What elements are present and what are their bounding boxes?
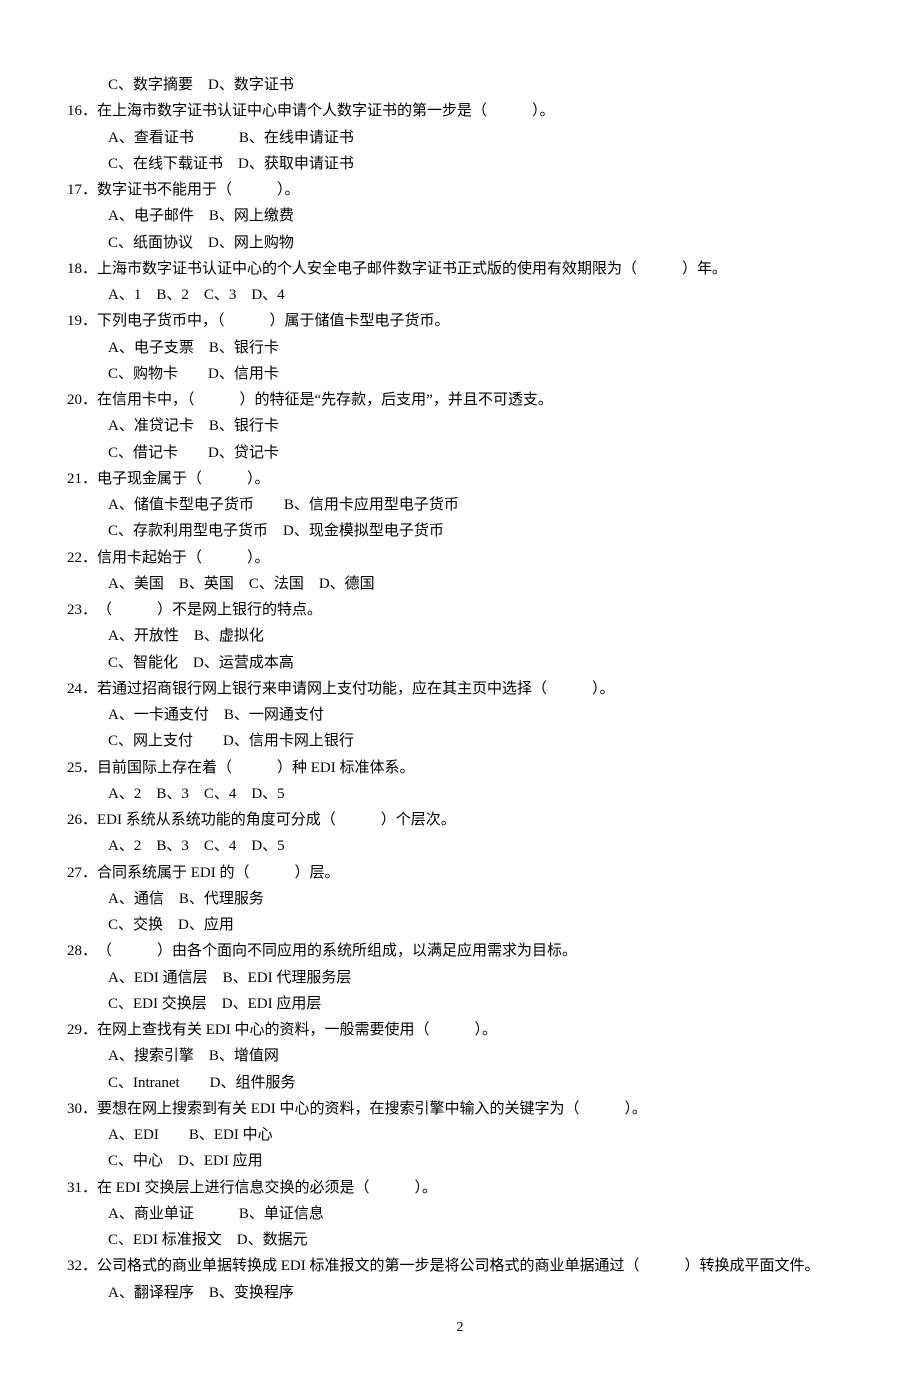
question-text: EDI 系统从系统功能的角度可分成（ ）个层次。 — [97, 812, 456, 828]
question-21: 21．电子现金属于（ ）。 A、储值卡型电子货币 B、信用卡应用型电子货币 C、… — [52, 466, 868, 545]
question-26: 26．EDI 系统从系统功能的角度可分成（ ）个层次。 A、2 B、3 C、4 … — [52, 807, 868, 860]
question-option-line: A、查看证书 B、在线申请证书 — [52, 125, 868, 151]
question-text: 若通过招商银行网上银行来申请网上支付功能，应在其主页中选择（ ）。 — [97, 681, 615, 697]
question-text: 上海市数字证书认证中心的个人安全电子邮件数字证书正式版的使用有效期限为（ ）年。 — [97, 261, 727, 277]
question-number: 27． — [67, 860, 97, 886]
question-28: 28．（ ）由各个面向不同应用的系统所组成，以满足应用需求为目标。 A、EDI … — [52, 938, 868, 1017]
question-text: 在 EDI 交换层上进行信息交换的必须是（ ）。 — [97, 1180, 437, 1196]
question-20: 20．在信用卡中，（ ）的特征是“先存款，后支用”，并且不可透支。 A、准贷记卡… — [52, 387, 868, 466]
question-option-line: A、搜索引擎 B、增值网 — [52, 1043, 868, 1069]
question-text: 下列电子货币中，（ ）属于储值卡型电子货币。 — [97, 313, 450, 329]
question-number: 29． — [67, 1017, 97, 1043]
question-option-line: C、纸面协议 D、网上购物 — [52, 230, 868, 256]
question-number: 26． — [67, 807, 97, 833]
question-option-line: A、EDI B、EDI 中心 — [52, 1122, 868, 1148]
orphan-options: C、数字摘要 D、数字证书 — [52, 72, 868, 98]
question-24: 24．若通过招商银行网上银行来申请网上支付功能，应在其主页中选择（ ）。 A、一… — [52, 676, 868, 755]
question-number: 32． — [67, 1253, 97, 1279]
question-option-line: C、借记卡 D、贷记卡 — [52, 440, 868, 466]
question-17: 17．数字证书不能用于（ ）。 A、电子邮件 B、网上缴费 C、纸面协议 D、网… — [52, 177, 868, 256]
question-option-line: A、电子支票 B、银行卡 — [52, 335, 868, 361]
question-19: 19．下列电子货币中，（ ）属于储值卡型电子货币。 A、电子支票 B、银行卡 C… — [52, 308, 868, 387]
question-option-line: A、准贷记卡 B、银行卡 — [52, 413, 868, 439]
question-31: 31．在 EDI 交换层上进行信息交换的必须是（ ）。 A、商业单证 B、单证信… — [52, 1175, 868, 1254]
question-29: 29．在网上查找有关 EDI 中心的资料，一般需要使用（ ）。 A、搜索引擎 B… — [52, 1017, 868, 1096]
question-text: 数字证书不能用于（ ）。 — [97, 182, 300, 198]
question-number: 23． — [67, 597, 97, 623]
question-number: 28． — [67, 938, 97, 964]
question-option-line: A、储值卡型电子货币 B、信用卡应用型电子货币 — [52, 492, 868, 518]
question-text: （ ）由各个面向不同应用的系统所组成，以满足应用需求为目标。 — [97, 943, 577, 959]
question-option-line: A、一卡通支付 B、一网通支付 — [52, 702, 868, 728]
question-23: 23．（ ）不是网上银行的特点。 A、开放性 B、虚拟化 C、智能化 D、运营成… — [52, 597, 868, 676]
question-text: 在网上查找有关 EDI 中心的资料，一般需要使用（ ）。 — [97, 1022, 497, 1038]
question-number: 22． — [67, 545, 97, 571]
question-number: 24． — [67, 676, 97, 702]
question-text: 信用卡起始于（ ）。 — [97, 550, 270, 566]
question-option-line: C、EDI 交换层 D、EDI 应用层 — [52, 991, 868, 1017]
question-option-line: C、存款利用型电子货币 D、现金模拟型电子货币 — [52, 518, 868, 544]
question-text: 电子现金属于（ ）。 — [97, 471, 270, 487]
question-option-line: C、在线下载证书 D、获取申请证书 — [52, 151, 868, 177]
question-text: 合同系统属于 EDI 的（ ）层。 — [97, 865, 340, 881]
question-option-line: C、购物卡 D、信用卡 — [52, 361, 868, 387]
question-option-line: A、商业单证 B、单证信息 — [52, 1201, 868, 1227]
page-number: 2 — [52, 1316, 868, 1341]
question-option-line: C、网上支付 D、信用卡网上银行 — [52, 728, 868, 754]
question-option-line: A、开放性 B、虚拟化 — [52, 623, 868, 649]
question-number: 20． — [67, 387, 97, 413]
question-text: 在上海市数字证书认证中心申请个人数字证书的第一步是（ ）。 — [97, 103, 555, 119]
question-text: 目前国际上存在着（ ）种 EDI 标准体系。 — [97, 760, 415, 776]
question-option-line: C、中心 D、EDI 应用 — [52, 1148, 868, 1174]
question-number: 16． — [67, 98, 97, 124]
question-text: 要想在网上搜索到有关 EDI 中心的资料，在搜索引擎中输入的关键字为（ ）。 — [97, 1101, 647, 1117]
question-27: 27．合同系统属于 EDI 的（ ）层。 A、通信 B、代理服务 C、交换 D、… — [52, 860, 868, 939]
question-option-line: A、通信 B、代理服务 — [52, 886, 868, 912]
question-number: 19． — [67, 308, 97, 334]
question-30: 30．要想在网上搜索到有关 EDI 中心的资料，在搜索引擎中输入的关键字为（ ）… — [52, 1096, 868, 1175]
question-text: 在信用卡中，（ ）的特征是“先存款，后支用”，并且不可透支。 — [97, 392, 553, 408]
question-number: 21． — [67, 466, 97, 492]
question-32: 32．公司格式的商业单据转换成 EDI 标准报文的第一步是将公司格式的商业单据通… — [52, 1253, 868, 1306]
question-number: 25． — [67, 755, 97, 781]
question-22: 22．信用卡起始于（ ）。 A、美国 B、英国 C、法国 D、德国 — [52, 545, 868, 598]
question-number: 30． — [67, 1096, 97, 1122]
question-option-line: C、EDI 标准报文 D、数据元 — [52, 1227, 868, 1253]
question-number: 17． — [67, 177, 97, 203]
question-16: 16．在上海市数字证书认证中心申请个人数字证书的第一步是（ ）。 A、查看证书 … — [52, 98, 868, 177]
question-option-line: C、智能化 D、运营成本高 — [52, 650, 868, 676]
question-number: 31． — [67, 1175, 97, 1201]
question-option-line: A、EDI 通信层 B、EDI 代理服务层 — [52, 965, 868, 991]
question-option-line: C、交换 D、应用 — [52, 912, 868, 938]
question-option-line: A、1 B、2 C、3 D、4 — [52, 282, 868, 308]
question-option-line: A、美国 B、英国 C、法国 D、德国 — [52, 571, 868, 597]
question-option-line: A、2 B、3 C、4 D、5 — [52, 833, 868, 859]
question-number: 18． — [67, 256, 97, 282]
question-option-line: C、Intranet D、组件服务 — [52, 1070, 868, 1096]
question-option-line: A、电子邮件 B、网上缴费 — [52, 203, 868, 229]
question-text: 公司格式的商业单据转换成 EDI 标准报文的第一步是将公司格式的商业单据通过（ … — [97, 1258, 820, 1274]
question-25: 25．目前国际上存在着（ ）种 EDI 标准体系。 A、2 B、3 C、4 D、… — [52, 755, 868, 808]
question-text: （ ）不是网上银行的特点。 — [97, 602, 322, 618]
question-option-line: A、2 B、3 C、4 D、5 — [52, 781, 868, 807]
question-18: 18．上海市数字证书认证中心的个人安全电子邮件数字证书正式版的使用有效期限为（ … — [52, 256, 868, 309]
